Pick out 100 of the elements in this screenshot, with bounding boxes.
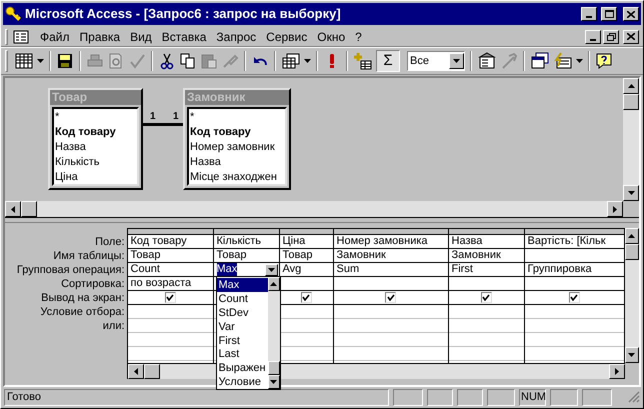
datasheet-icon[interactable] [14,52,34,70]
database-window-icon[interactable] [530,52,550,70]
new-object-icon[interactable] [553,52,573,70]
scroll-thumb[interactable] [21,201,37,217]
dropdown-option[interactable]: Условие [216,375,268,389]
column-selector[interactable] [128,229,213,235]
field-cell[interactable]: Код товару [128,235,213,249]
status-panel [457,388,483,406]
field-cell[interactable]: Кількість [214,235,279,249]
table-cell[interactable]: Товар [280,249,333,263]
scroll-down-button[interactable] [624,347,639,363]
document-icon[interactable] [13,30,29,44]
scroll-thumb[interactable] [624,244,639,260]
dropdown-option[interactable]: Var [216,320,268,334]
table-cell[interactable]: Товар [128,249,213,263]
field-item[interactable]: Код товару [54,125,137,140]
minimize-button[interactable] [585,30,601,44]
dropdown-arrow-icon[interactable] [37,59,44,63]
field-cell[interactable]: Вартість: [Кільк [524,235,624,249]
sort-cell[interactable]: по возраста [128,277,213,291]
field-item[interactable]: Назва [189,155,285,170]
dropdown-option[interactable]: Count [216,292,268,306]
field-item[interactable]: Місце знаходжен [189,170,285,184]
dropdown-option[interactable]: Выражен [216,361,268,376]
total-cell[interactable]: Avg [280,263,304,276]
scroll-thumb[interactable] [268,361,280,375]
scroll-left-button[interactable] [5,201,21,217]
menu-item[interactable]: Правка [74,28,126,46]
vertical-scrollbar[interactable] [624,228,639,363]
field-item[interactable]: * [189,110,285,125]
column-selector[interactable] [334,229,448,235]
column-selector[interactable] [214,229,279,235]
restore-button[interactable] [603,30,619,44]
scroll-right-button[interactable] [607,201,623,217]
status-panel [427,388,453,406]
dropdown-scrollbar[interactable] [268,277,280,389]
field-cell[interactable]: Назва [448,235,524,249]
field-cell[interactable]: Номер замовника [334,235,448,249]
total-cell[interactable]: Sum [334,263,362,276]
field-cell[interactable]: Ціна [280,235,333,249]
field-item[interactable]: Назва [54,140,137,155]
field-item[interactable]: Код товару [189,125,285,140]
query-type-icon[interactable] [281,52,301,70]
dropdown-button[interactable] [264,264,278,276]
column-selector[interactable] [448,229,524,235]
scroll-right-button[interactable] [608,364,625,379]
maximize-button[interactable] [601,7,617,21]
total-cell[interactable]: Count [128,263,163,276]
total-cell[interactable]: Max [216,263,238,276]
minimize-button[interactable] [581,7,597,21]
checkbox[interactable] [300,292,312,303]
show-table-icon[interactable] [353,52,373,70]
spelling-check-icon[interactable] [128,52,146,70]
dropdown-list[interactable]: Max Count StDev Var First Last Выражен Условие [216,276,281,390]
horizontal-scrollbar[interactable] [5,201,623,217]
checkbox[interactable] [480,292,492,303]
column-selector[interactable] [280,229,333,235]
table-cell[interactable]: Замовник [334,249,448,263]
menu-item[interactable]: Запрос [211,28,262,46]
dropdown-option[interactable]: Max [216,278,268,292]
column-selector[interactable] [524,229,624,235]
menu-item[interactable]: ? [350,28,367,46]
scroll-thumb[interactable] [144,364,160,379]
menu-item[interactable]: Вставка [156,28,212,46]
menu-item[interactable]: Окно [312,28,350,46]
field-item[interactable]: Кількість [54,155,137,170]
menu-item[interactable]: Сервис [261,28,312,46]
field-item[interactable]: * [54,110,137,125]
table-cell[interactable]: Замовник [448,249,524,263]
scroll-up-button[interactable] [623,78,639,94]
properties-icon[interactable] [477,52,497,70]
close-button[interactable] [623,30,639,44]
menu-item[interactable]: Файл [35,28,75,46]
scroll-down-button[interactable] [623,185,639,201]
dropdown-option[interactable]: StDev [216,306,268,320]
checkbox[interactable] [568,292,580,303]
dropdown-option[interactable]: First [216,334,268,348]
scroll-left-button[interactable] [128,364,144,379]
dropdown-option[interactable]: Last [216,347,268,362]
totals-button[interactable]: Σ [376,50,400,72]
dropdown-arrow-icon[interactable] [304,59,311,63]
dropdown-arrow-icon[interactable] [576,59,583,63]
field-item[interactable]: Номер замовник [189,140,285,155]
row-label: Поле: [95,235,125,249]
total-cell[interactable]: Группировка [524,263,595,276]
resize-grip-icon[interactable] [628,391,640,403]
checkbox[interactable] [385,292,396,303]
checkbox[interactable] [164,292,176,303]
restore-icon [606,32,616,40]
top-values-combo[interactable]: Все [407,51,465,71]
cut-icon[interactable] [158,52,176,70]
copy-icon[interactable] [179,52,197,70]
close-button[interactable] [623,7,639,21]
menu-item[interactable]: Вид [125,28,157,46]
total-cell[interactable]: First [448,263,476,276]
scroll-up-button[interactable] [624,228,639,244]
help-icon[interactable] [595,52,613,70]
scroll-thumb[interactable] [623,94,639,110]
field-item[interactable]: Ціна [54,170,137,184]
vertical-scrollbar[interactable] [623,78,639,201]
